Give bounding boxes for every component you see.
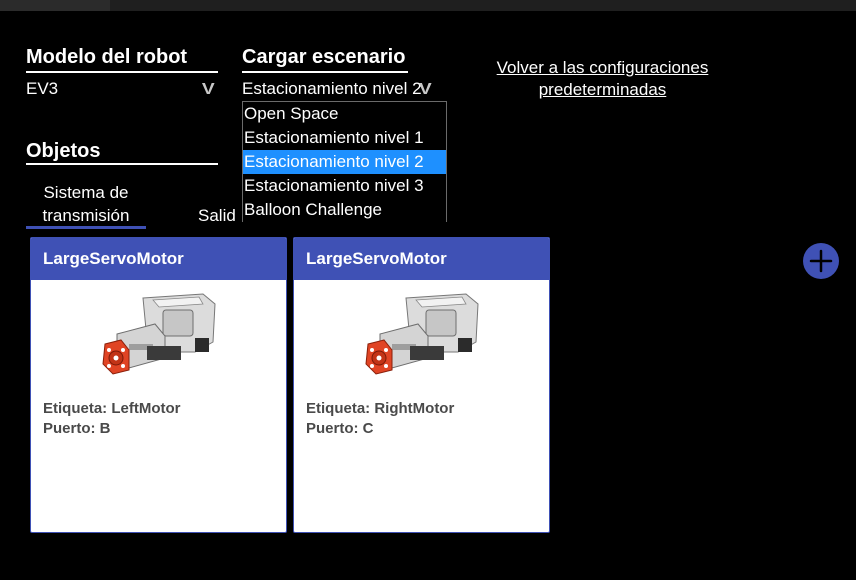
scenario-dropdown-list: Open Space Estacionamiento nivel 1 Estac… — [242, 101, 447, 222]
scenario-title: Cargar escenario — [242, 46, 406, 68]
card-title: LargeServoMotor — [31, 238, 286, 280]
tab-drive-system[interactable]: Sistema de transmisión — [30, 181, 142, 227]
scenario-value: Estacionamiento nivel 2 — [242, 79, 422, 98]
active-tab-indicator — [26, 226, 146, 229]
window-top-bar — [0, 0, 856, 11]
chevron-down-icon: V — [418, 81, 432, 98]
plus-icon — [809, 249, 833, 273]
chevron-down-icon: V — [201, 81, 215, 98]
motor-port-text: Puerto: B — [43, 420, 111, 437]
window-tab[interactable] — [0, 0, 110, 11]
robot-model-title: Modelo del robot — [26, 46, 188, 68]
card-title: LargeServoMotor — [294, 238, 549, 280]
large-servo-motor-image — [365, 293, 479, 375]
large-servo-motor-image — [102, 293, 216, 375]
tab-outputs[interactable]: Salid — [198, 204, 242, 227]
objects-underline — [26, 163, 218, 165]
reset-defaults-link[interactable]: Volver a las configuraciones predetermin… — [480, 57, 725, 101]
motor-label-text: Etiqueta: LeftMotor — [43, 400, 181, 417]
motor-card-left[interactable]: LargeServoMotor Etiqueta: LeftMotor Puer… — [30, 237, 287, 533]
motor-port-text: Puerto: C — [306, 420, 374, 437]
motor-label-text: Etiqueta: RightMotor — [306, 400, 455, 417]
scenario-underline — [242, 71, 408, 73]
scenario-option[interactable]: Estacionamiento nivel 1 — [243, 126, 446, 150]
scenario-option-selected[interactable]: Estacionamiento nivel 2 — [243, 150, 446, 174]
robot-model-value: EV3 — [26, 79, 59, 98]
objects-title: Objetos — [26, 140, 101, 162]
scenario-option[interactable]: Estacionamiento nivel 3 — [243, 174, 446, 198]
robot-model-underline — [26, 71, 218, 73]
scenario-option[interactable]: Open Space — [243, 102, 446, 126]
motor-card-right[interactable]: LargeServoMotor Etiqueta: RightMotor Pue… — [293, 237, 550, 533]
scenario-option[interactable]: Balloon Challenge — [243, 198, 446, 222]
add-object-button[interactable] — [803, 243, 839, 279]
